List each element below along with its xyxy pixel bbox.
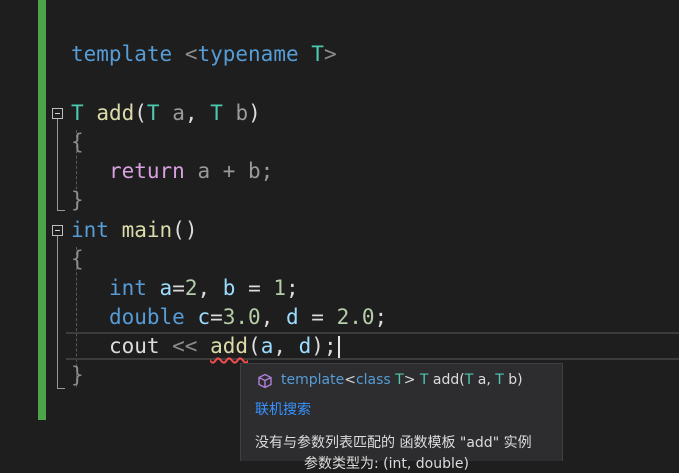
sig-param2-type: T xyxy=(495,372,504,388)
sig-param1-name: a, xyxy=(477,372,491,388)
param-a: a xyxy=(172,101,185,125)
code-line-main-signature[interactable]: int main() xyxy=(71,216,197,245)
var-a: a xyxy=(159,276,173,300)
code-line-brace-open-main[interactable]: { xyxy=(71,245,84,274)
function-call-add-error[interactable]: add xyxy=(210,334,248,358)
fold-guide-add xyxy=(57,119,58,210)
error-message-line2: 参数类型为: (int, double) xyxy=(304,456,469,472)
sig-return-type: T xyxy=(419,372,429,388)
sig-angle-open: < xyxy=(344,372,356,388)
paren-open: ( xyxy=(248,334,261,358)
tooltip-signature: template<class T> T add(T a, T b) xyxy=(281,372,523,388)
sig-param2-name: b) xyxy=(508,372,523,388)
keyword-double: double xyxy=(108,305,185,329)
code-line-template[interactable]: template <typename T> xyxy=(71,40,337,69)
parens: () xyxy=(172,218,198,242)
code-line-return[interactable]: return a + b; xyxy=(71,157,273,186)
sig-function-name: add xyxy=(432,372,460,388)
function-name-add: add xyxy=(96,101,135,125)
code-line-brace-close-main[interactable]: } xyxy=(71,361,84,390)
angle-close: > xyxy=(323,42,337,66)
op-assign: = xyxy=(298,305,337,329)
comma: , xyxy=(197,276,223,300)
sig-keyword-class: class xyxy=(355,372,391,388)
code-editor[interactable]: template <typename T> T add(T a, T b) { … xyxy=(0,0,679,472)
op-assign: = xyxy=(210,305,223,329)
param-type-b: T xyxy=(210,101,223,125)
literal-1: 1 xyxy=(273,276,287,300)
semicolon: ; xyxy=(286,276,299,300)
quick-info-tooltip: template<class T> T add(T a, T b) 联机搜索 没… xyxy=(240,363,563,472)
sig-param1-type: T xyxy=(464,372,474,388)
code-line-add-signature[interactable]: T add(T a, T b) xyxy=(71,99,261,128)
var-c: c xyxy=(197,305,211,329)
error-message-line1: 没有与参数列表匹配的 函数模板 "add" 实例 xyxy=(255,435,532,451)
code-line-int-decl[interactable]: int a=2, b = 1; xyxy=(71,274,299,303)
keyword-return: return xyxy=(108,159,185,183)
text-cursor xyxy=(337,336,340,358)
angle-open: < xyxy=(184,42,198,66)
keyword-int: int xyxy=(71,218,109,242)
fold-guide-main xyxy=(57,236,58,388)
arg-d: d xyxy=(298,334,312,358)
paren-close: ) xyxy=(248,101,261,125)
change-indicator-bar xyxy=(38,0,46,420)
fold-toggle-add[interactable] xyxy=(52,108,63,119)
sig-angle-close: > xyxy=(403,372,416,388)
var-b: b xyxy=(222,276,236,300)
fold-end-add xyxy=(57,210,65,211)
type-param-T: T xyxy=(311,42,324,66)
paren-close-semi: ); xyxy=(311,334,337,358)
param-type-a: T xyxy=(146,101,160,125)
code-line-brace-open-add[interactable]: { xyxy=(71,128,84,157)
return-expression: a + b; xyxy=(197,159,274,183)
keyword-template: template xyxy=(71,42,173,66)
param-b: b xyxy=(235,101,249,125)
keyword-typename: typename xyxy=(197,42,299,66)
comma: , xyxy=(184,101,198,125)
sig-type-T: T xyxy=(395,372,404,388)
semicolon: ; xyxy=(374,305,388,329)
identifier-cout: cout xyxy=(108,334,160,358)
arg-a: a xyxy=(260,334,274,358)
fold-toggle-main[interactable] xyxy=(52,225,63,236)
op-stream: << xyxy=(159,334,211,358)
op-assign: = xyxy=(235,276,274,300)
comma: , xyxy=(260,305,286,329)
template-cube-icon xyxy=(258,373,272,389)
op-assign: = xyxy=(172,276,185,300)
literal-2: 2 xyxy=(184,276,198,300)
function-name-main: main xyxy=(121,218,173,242)
keyword-int: int xyxy=(108,276,147,300)
online-search-link[interactable]: 联机搜索 xyxy=(255,399,311,419)
paren-open: ( xyxy=(134,101,147,125)
comma: , xyxy=(273,334,299,358)
return-type-T: T xyxy=(71,101,84,125)
var-d: d xyxy=(286,305,299,329)
code-line-brace-close-add[interactable]: } xyxy=(71,186,84,215)
code-line-cout[interactable]: cout << add(a, d); xyxy=(71,332,340,361)
fold-end-main xyxy=(57,388,65,389)
code-line-double-decl[interactable]: double c=3.0, d = 2.0; xyxy=(71,303,387,332)
literal-3-0: 3.0 xyxy=(222,305,261,329)
literal-2-0: 2.0 xyxy=(336,305,375,329)
sig-keyword-template: template xyxy=(281,372,345,388)
